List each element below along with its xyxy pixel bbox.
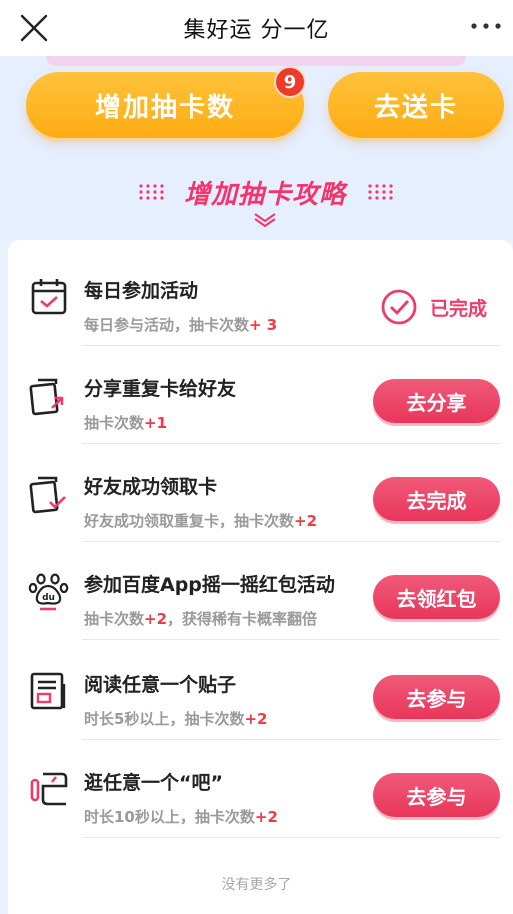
increase-draw-button[interactable]: 增加抽卡数 [26, 72, 304, 138]
task-done-status: 已完成 [380, 288, 487, 326]
task-title: 分享重复卡给好友 [84, 378, 237, 400]
calendar-check-icon [31, 279, 67, 315]
card-check-icon [29, 476, 66, 514]
close-icon[interactable] [18, 12, 50, 44]
svg-text:du: du [42, 593, 55, 603]
chevron-down-icon [254, 213, 276, 228]
strategy-heading: 增加抽卡攻略 [183, 180, 346, 210]
task-item-share: 分享重复卡给好友 抽卡次数+1 去分享 [8, 346, 513, 444]
go-red-packet-button[interactable]: 去领红包 [373, 575, 500, 619]
banner-bottom-edge [46, 56, 466, 66]
go-participate-button[interactable]: 去参与 [373, 773, 500, 817]
article-icon [30, 672, 66, 710]
task-subtitle: 每日参与活动，抽卡次数+ 3 [84, 316, 278, 334]
page-title: 集好运 分一亿 [183, 18, 330, 43]
go-complete-button[interactable]: 去完成 [373, 477, 500, 521]
done-label: 已完成 [430, 297, 488, 320]
task-item-baidu-shake: du 参加百度App摇一摇红包活动 抽卡次数+2，获得稀有卡概率翻倍 去领红包 [8, 542, 513, 640]
task-subtitle: 时长5秒以上，抽卡次数+2 [84, 710, 268, 728]
go-participate-button[interactable]: 去参与 [373, 675, 500, 719]
more-icon[interactable] [469, 18, 503, 34]
task-subtitle: 好友成功领取重复卡，抽卡次数+2 [84, 512, 318, 530]
task-item-visit-bar: 逛任意一个“吧” 时长10秒以上，抽卡次数+2 去参与 [8, 740, 513, 838]
task-subtitle: 抽卡次数+2，获得稀有卡概率翻倍 [84, 610, 318, 628]
draw-count-badge: 9 [274, 66, 306, 98]
share-card-icon [29, 378, 64, 416]
task-subtitle: 抽卡次数+1 [84, 414, 168, 432]
task-item-read-post: 阅读任意一个贴子 时长5秒以上，抽卡次数+2 去参与 [8, 642, 513, 740]
check-circle-icon [381, 289, 417, 325]
baidu-paw-icon: du [28, 573, 69, 611]
send-card-button[interactable]: 去送卡 [328, 72, 504, 138]
divider [82, 639, 500, 640]
tieba-icon [30, 772, 68, 806]
divider [82, 837, 500, 838]
task-item-friend-claim: 好友成功领取卡 好友成功领取重复卡，抽卡次数+2 去完成 [8, 444, 513, 542]
increase-draw-label: 增加抽卡数 [94, 92, 235, 123]
nav-bar: 集好运 分一亿 [0, 0, 513, 56]
no-more-note: 没有更多了 [221, 877, 292, 893]
task-item-daily: 每日参加活动 每日参与活动，抽卡次数+ 3 已完成 [8, 248, 513, 346]
task-title: 阅读任意一个贴子 [84, 674, 237, 696]
task-title: 逛任意一个“吧” [84, 772, 223, 794]
go-share-button[interactable]: 去分享 [373, 379, 500, 423]
strategy-header: 增加抽卡攻略 [0, 172, 513, 228]
dots-decoration-icon [139, 184, 164, 200]
task-subtitle: 时长10秒以上，抽卡次数+2 [84, 808, 278, 826]
task-title: 好友成功领取卡 [84, 476, 218, 498]
task-title: 参加百度App摇一摇红包活动 [84, 574, 335, 596]
send-card-label: 去送卡 [373, 92, 458, 123]
task-title: 每日参加活动 [84, 280, 199, 302]
dots-decoration-icon [368, 184, 393, 200]
